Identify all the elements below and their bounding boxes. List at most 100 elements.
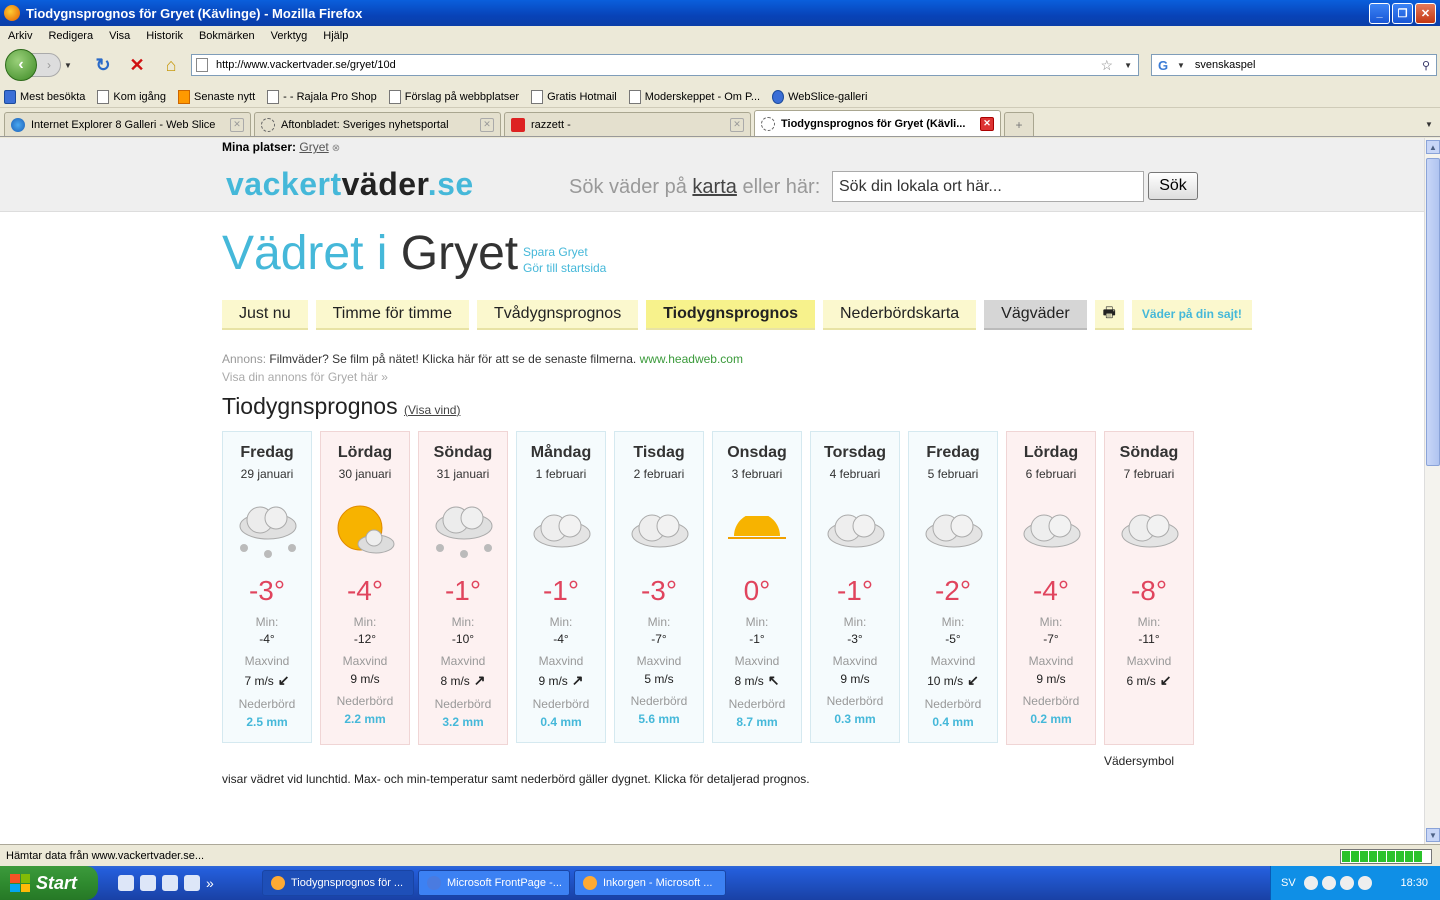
maximize-button[interactable]: ❐ [1392,2,1413,24]
my-place-link[interactable]: Gryet [299,140,328,154]
bookmark-item[interactable]: Mest besökta [4,89,85,104]
search-button[interactable]: Sök [1148,172,1198,200]
print-icon[interactable]: 🖶 [1094,300,1124,330]
tab-tvadygnsprognos[interactable]: Tvådygnsprognos [477,300,639,330]
day-date: 7 februari [1123,467,1175,481]
weather-widget-link[interactable]: Väder på din sajt! [1131,300,1252,330]
bookmark-folder-icon [4,89,16,104]
menu-redigera[interactable]: Redigera [48,30,93,42]
ie-icon[interactable] [118,875,134,891]
menu-visa[interactable]: Visa [109,30,130,42]
tray-icon[interactable] [1339,876,1354,890]
new-tab-button[interactable]: + [1004,112,1034,136]
status-text: Hämtar data från www.vackertvader.se... [6,849,205,862]
forecast-day[interactable]: Fredag 5 februari -2° Min: -5° Maxvind 10 m/s ↙… [908,431,998,743]
forecast-day[interactable]: Fredag 29 januari -3° Min: -4° Maxvind 7 m/s ↙ N… [222,431,312,743]
cloud-icon [909,489,997,573]
bookmark-item[interactable]: - - Rajala Pro Shop [267,89,377,104]
reload-icon[interactable]: ↻ [91,53,115,77]
menu-historik[interactable]: Historik [146,30,183,42]
history-dropdown-icon[interactable]: ▼ [64,61,72,70]
scroll-down-icon[interactable]: ▼ [1426,828,1440,842]
tray-icon[interactable] [1357,876,1372,890]
tab-razzett[interactable]: razzett - ✕ [504,112,751,136]
tab-list-dropdown-icon[interactable]: ▼ [1420,114,1438,134]
forecast-day[interactable]: Söndag 7 februari -8° Min: -11° Maxvind 6 m/s ↙ [1104,431,1194,745]
desktop-icon[interactable] [140,875,156,891]
tab-aftonbladet[interactable]: Aftonbladet: Sveriges nyhetsportal ✕ [254,112,501,136]
bookmark-item[interactable]: Kom igång [97,89,166,104]
google-icon[interactable]: G [1152,55,1174,75]
weather-symbol-label: Vädersymbol [1104,754,1175,768]
map-link[interactable]: karta [692,176,736,198]
menu-verktyg[interactable]: Verktyg [271,30,308,42]
bookmark-item[interactable]: Förslag på webbplatser [388,89,519,104]
tab-tiodygnsprognos-site[interactable]: Tiodygnsprognos [646,300,815,330]
taskbar-item-outlook[interactable]: Inkorgen - Microsoft ... [574,870,726,896]
show-your-ad-link[interactable]: Visa din annons för Gryet här » [222,370,388,384]
window-titlebar: Tiodygnsprognos för Gryet (Kävlinge) - M… [0,0,1440,26]
show-wind-link[interactable]: Visa vind [408,403,456,417]
set-homepage-link[interactable]: Gör till startsida [523,260,606,276]
stop-icon[interactable]: ✕ [125,53,149,77]
tray-icon[interactable] [1303,876,1318,890]
bookmark-item[interactable]: WebSlice-galleri [772,89,867,104]
precip-label: Nederbörd [924,697,982,711]
menu-bokmarken[interactable]: Bokmärken [199,30,255,42]
site-logo[interactable]: vackertväder.se [226,166,474,203]
home-icon[interactable]: ⌂ [159,53,183,77]
forecast-day[interactable]: Söndag 31 januari -1° Min: -10° Maxvind 8 m/s ↗… [418,431,508,745]
media-icon[interactable] [184,875,200,891]
search-bar[interactable]: G ▼ svenskaspel ⚲ [1151,54,1437,76]
wind-direction-icon: ↙ [1159,672,1172,688]
taskbar-item-firefox[interactable]: Tiodygnsprognos för ... [262,870,414,896]
search-engine-dropdown-icon[interactable]: ▼ [1177,61,1185,70]
firefox-icon [4,5,20,21]
back-button[interactable]: ‹ [5,49,37,81]
search-icon[interactable]: ⚲ [1416,59,1436,72]
tab-just-nu[interactable]: Just nu [222,300,308,330]
max-temperature: -1° [836,575,874,606]
scroll-up-icon[interactable]: ▲ [1426,140,1440,154]
close-window-button[interactable]: ✕ [1415,2,1436,24]
menu-hjalp[interactable]: Hjälp [323,30,348,42]
search-input[interactable]: svenskaspel [1185,59,1416,71]
bookmark-item[interactable]: Gratis Hotmail [531,89,617,104]
url-dropdown-icon[interactable]: ▼ [1124,61,1132,70]
tab-tiodygnsprognos[interactable]: Tiodygnsprognos för Gryet (Kävli... ✕ [754,110,1001,136]
vertical-scrollbar[interactable]: ▲ ▼ [1424,138,1440,844]
more-chevron-icon[interactable]: » [206,875,222,891]
tray-icon[interactable] [1321,876,1336,890]
forecast-day[interactable]: Lördag 30 januari -4° Min: -12° Maxvind 9 m/s N… [320,431,410,745]
tab-nederbordskarta[interactable]: Nederbördskarta [823,300,977,330]
language-indicator[interactable]: SV [1281,877,1296,889]
forecast-day[interactable]: Lördag 6 februari -4° Min: -7° Maxvind 9 m/s Ne… [1006,431,1096,745]
forecast-day[interactable]: Torsdag 4 februari -1° Min: -3° Maxvind 9 m/s N… [810,431,900,743]
menu-arkiv[interactable]: Arkiv [8,30,32,42]
forecast-day[interactable]: Onsdag 3 februari 0° Min: -1° Maxvind 8 m/s ↖ Ne… [712,431,802,743]
close-tab-icon[interactable]: ✕ [480,117,494,132]
close-tab-icon[interactable]: ✕ [980,116,994,131]
scroll-thumb[interactable] [1426,158,1440,466]
bookmark-item[interactable]: Moderskeppet - Om P... [628,89,760,104]
outlook-icon[interactable] [162,875,178,891]
taskbar-item-frontpage[interactable]: Microsoft FrontPage -... [418,870,570,896]
forecast-day[interactable]: Måndag 1 februari -1° Min: -4° Maxvind 9 m/s ↗ N… [516,431,606,743]
remove-place-icon[interactable]: ⊗ [332,143,340,154]
tab-vagvader[interactable]: Vägväder [984,300,1087,330]
url-text[interactable]: http://www.vackertvader.se/gryet/10d [216,59,1101,71]
url-bar[interactable]: http://www.vackertvader.se/gryet/10d ☆ ▼ [191,54,1139,76]
ad-line[interactable]: Annons: Filmväder? Se film på nätet! Kli… [222,352,743,366]
tab-timme-for-timme[interactable]: Timme för timme [315,300,469,330]
location-search-input[interactable] [832,171,1144,202]
start-button[interactable]: Start [0,866,98,900]
forecast-day[interactable]: Tisdag 2 februari -3° Min: -7° Maxvind 5 m/s Ne… [614,431,704,743]
save-place-link[interactable]: Spara Gryet [523,244,606,260]
tab-ie8-gallery[interactable]: Internet Explorer 8 Galleri - Web Slice … [4,112,251,136]
bookmark-item[interactable]: Senaste nytt [178,89,255,104]
minimize-button[interactable]: _ [1369,2,1390,24]
bookmark-star-icon[interactable]: ☆ [1101,57,1114,74]
close-tab-icon[interactable]: ✕ [230,117,244,132]
precipitation: 3.2 mm [442,715,484,729]
close-tab-icon[interactable]: ✕ [730,117,744,132]
